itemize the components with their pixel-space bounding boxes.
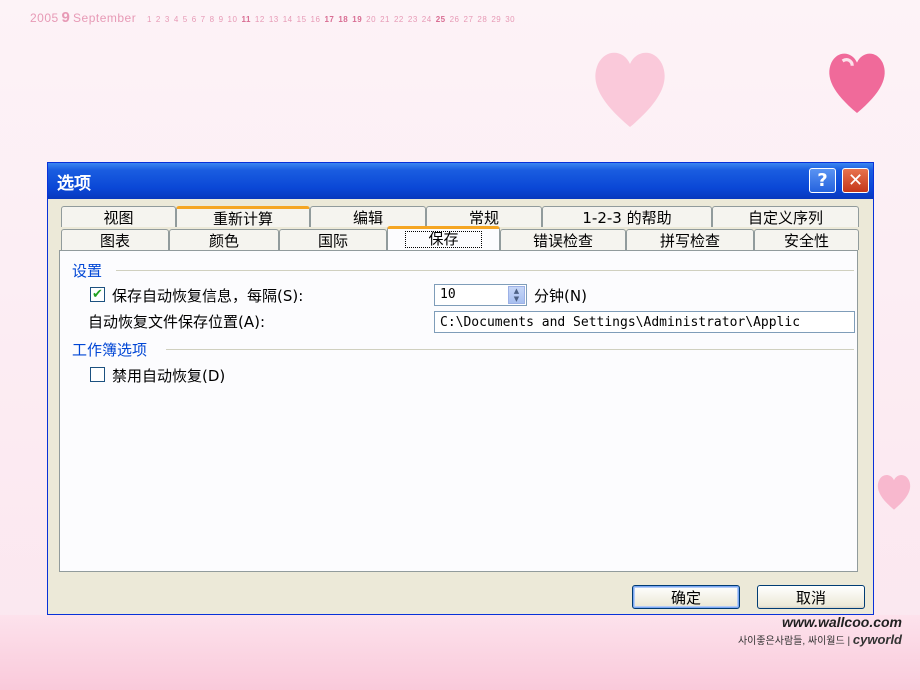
calendar-day-number: 15 xyxy=(296,15,307,24)
watermark-tagline: 사이좋은사람들, 싸이월드 | cyworld xyxy=(738,632,902,647)
watermark-tagline-text: 사이좋은사람들, 싸이월드 | xyxy=(737,636,853,647)
ok-button[interactable]: 确定 xyxy=(632,585,740,609)
tab-123-help[interactable]: 1-2-3 的帮助 xyxy=(542,206,712,227)
calendar-day-number: 27 xyxy=(463,15,474,24)
tab-chart[interactable]: 图表 xyxy=(61,229,169,250)
calendar-day-number: 4 xyxy=(173,15,179,24)
tab-save[interactable]: 保存 xyxy=(387,226,500,250)
calendar-day-number: 17 xyxy=(324,15,335,24)
spinner-arrows[interactable]: ▲ ▼ xyxy=(508,286,525,304)
workbook-group-title: 工作簿选项 xyxy=(72,341,148,359)
calendar-day-number: 20 xyxy=(366,15,377,24)
close-button[interactable]: ✕ xyxy=(842,168,869,193)
calendar-day-number: 14 xyxy=(282,15,293,24)
calendar-day-number: 1 xyxy=(146,15,152,24)
calendar-month: September xyxy=(73,11,137,25)
calendar-days: 1 2 3 4 5 6 7 8 9 10 11 12 13 14 15 16 17 18 19 20 21 22 23 24 2… xyxy=(147,15,519,24)
calendar-day-number: 24 xyxy=(421,15,432,24)
tab-recalculation[interactable]: 重新计算 xyxy=(176,206,310,228)
disable-autorecover-label: 禁用自动恢复(D) xyxy=(112,367,226,385)
tab-error-checking[interactable]: 错误检查 xyxy=(500,229,626,250)
autorecover-label: 保存自动恢复信息，每隔(S): xyxy=(112,287,304,305)
checkmark-icon: ✔ xyxy=(92,287,103,302)
calendar-day-number: 18 xyxy=(338,15,349,24)
calendar-day-number: 11 xyxy=(241,15,251,24)
calendar-day-number: 25 xyxy=(435,15,446,24)
calendar-day-number: 8 xyxy=(209,15,215,24)
heart-icon xyxy=(877,475,911,510)
settings-divider xyxy=(116,270,854,271)
interval-unit-label: 分钟(N) xyxy=(534,287,587,305)
tab-international[interactable]: 国际 xyxy=(279,229,387,250)
interval-spinner[interactable]: 10 ▲ ▼ xyxy=(434,284,527,306)
tab-security[interactable]: 安全性 xyxy=(754,229,859,250)
calendar-day-number: 22 xyxy=(393,15,404,24)
calendar-day-number: 12 xyxy=(254,15,265,24)
calendar-day: 9 xyxy=(61,9,71,26)
help-icon: ? xyxy=(817,170,828,191)
calendar-day-number: 16 xyxy=(310,15,321,24)
tab-general[interactable]: 常规 xyxy=(426,206,542,227)
calendar-day-number: 13 xyxy=(268,15,279,24)
save-tab-panel: 设置 ✔ 保存自动恢复信息，每隔(S): 10 ▲ ▼ 分钟(N) 自动恢复文件… xyxy=(59,250,858,572)
location-input[interactable]: C:\Documents and Settings\Administrator\… xyxy=(434,311,855,333)
calendar-day-number: 3 xyxy=(164,15,170,24)
calendar-day-number: 29 xyxy=(491,15,502,24)
calendar-header: 2005 9 September 1 2 3 4 5 6 7 8 9 10 11 12 13 14 15 16… xyxy=(30,9,519,26)
calendar-day-number: 10 xyxy=(227,15,238,24)
tab-edit[interactable]: 编辑 xyxy=(310,206,426,227)
location-label: 自动恢复文件保存位置(A): xyxy=(88,313,266,331)
calendar-day-number: 9 xyxy=(218,15,224,24)
tab-save-label: 保存 xyxy=(405,231,482,248)
heart-icon xyxy=(595,52,665,127)
workbook-divider xyxy=(166,349,854,350)
tab-custom-lists[interactable]: 自定义序列 xyxy=(712,206,859,227)
options-dialog: 选项 ? ✕ 视图 重新计算 编辑 常规 1-2-3 的帮助 自定义序列 图表 … xyxy=(47,162,874,615)
autorecover-checkbox[interactable]: ✔ xyxy=(90,287,105,302)
calendar-day-number: 2 xyxy=(155,15,161,24)
spin-up-icon[interactable]: ▲ xyxy=(514,287,519,295)
tab-color[interactable]: 颜色 xyxy=(169,229,279,250)
settings-group-title: 设置 xyxy=(72,262,103,280)
calendar-day-number: 21 xyxy=(380,15,390,24)
tab-spelling[interactable]: 拼写检查 xyxy=(626,229,754,250)
help-button[interactable]: ? xyxy=(809,168,836,193)
cancel-button[interactable]: 取消 xyxy=(757,585,865,609)
calendar-day-number: 26 xyxy=(449,15,460,24)
tab-view[interactable]: 视图 xyxy=(61,206,176,227)
calendar-day-number: 19 xyxy=(352,15,363,24)
calendar-day-number: 28 xyxy=(477,15,488,24)
disable-autorecover-checkbox[interactable] xyxy=(90,367,105,382)
calendar-day-number: 6 xyxy=(191,15,197,24)
watermark-brand: cyworld xyxy=(852,632,902,647)
calendar-day-number: 5 xyxy=(182,15,188,24)
spin-down-icon[interactable]: ▼ xyxy=(514,295,519,303)
calendar-year: 2005 xyxy=(30,11,59,25)
close-icon: ✕ xyxy=(847,170,864,191)
title-bar[interactable]: 选项 ? ✕ xyxy=(48,163,873,199)
calendar-day-number: 23 xyxy=(407,15,418,24)
calendar-day-number: 7 xyxy=(200,15,206,24)
calendar-day-number: 30 xyxy=(505,15,516,24)
interval-value: 10 xyxy=(440,287,456,302)
dialog-title: 选项 xyxy=(57,174,91,194)
watermark: www.wallcoo.com 사이좋은사람들, 싸이월드 | cyworld xyxy=(738,614,902,647)
watermark-url: www.wallcoo.com xyxy=(781,614,902,630)
heart-icon xyxy=(829,53,885,113)
